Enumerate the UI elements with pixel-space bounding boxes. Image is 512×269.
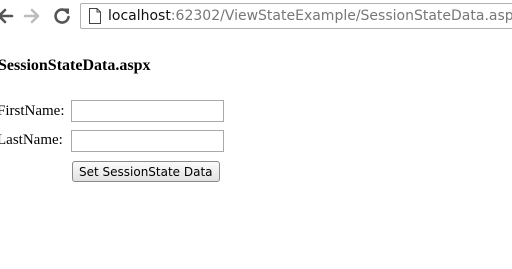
last-name-input[interactable] bbox=[71, 130, 224, 152]
first-name-input[interactable] bbox=[71, 100, 224, 122]
url-path: :62302/ViewStateExample/SessionStateData… bbox=[170, 8, 512, 24]
first-name-label: FirstName: bbox=[0, 103, 65, 119]
back-button[interactable] bbox=[0, 6, 15, 26]
url-text[interactable]: localhost:62302/ViewStateExample/Session… bbox=[108, 8, 512, 25]
reload-icon bbox=[54, 8, 70, 24]
page-title: SessionStateData.aspx bbox=[0, 57, 151, 74]
arrow-left-icon bbox=[0, 8, 14, 24]
forward-button[interactable] bbox=[22, 6, 42, 26]
address-bar[interactable]: localhost:62302/ViewStateExample/Session… bbox=[80, 3, 512, 29]
set-session-state-button[interactable]: Set SessionState Data bbox=[72, 161, 220, 182]
arrow-right-icon bbox=[23, 8, 40, 24]
last-name-label: LastName: bbox=[0, 132, 63, 148]
browser-toolbar: localhost:62302/ViewStateExample/Session… bbox=[0, 0, 512, 34]
url-host: localhost bbox=[108, 8, 171, 24]
reload-button[interactable] bbox=[52, 6, 72, 26]
page-icon bbox=[89, 8, 101, 24]
